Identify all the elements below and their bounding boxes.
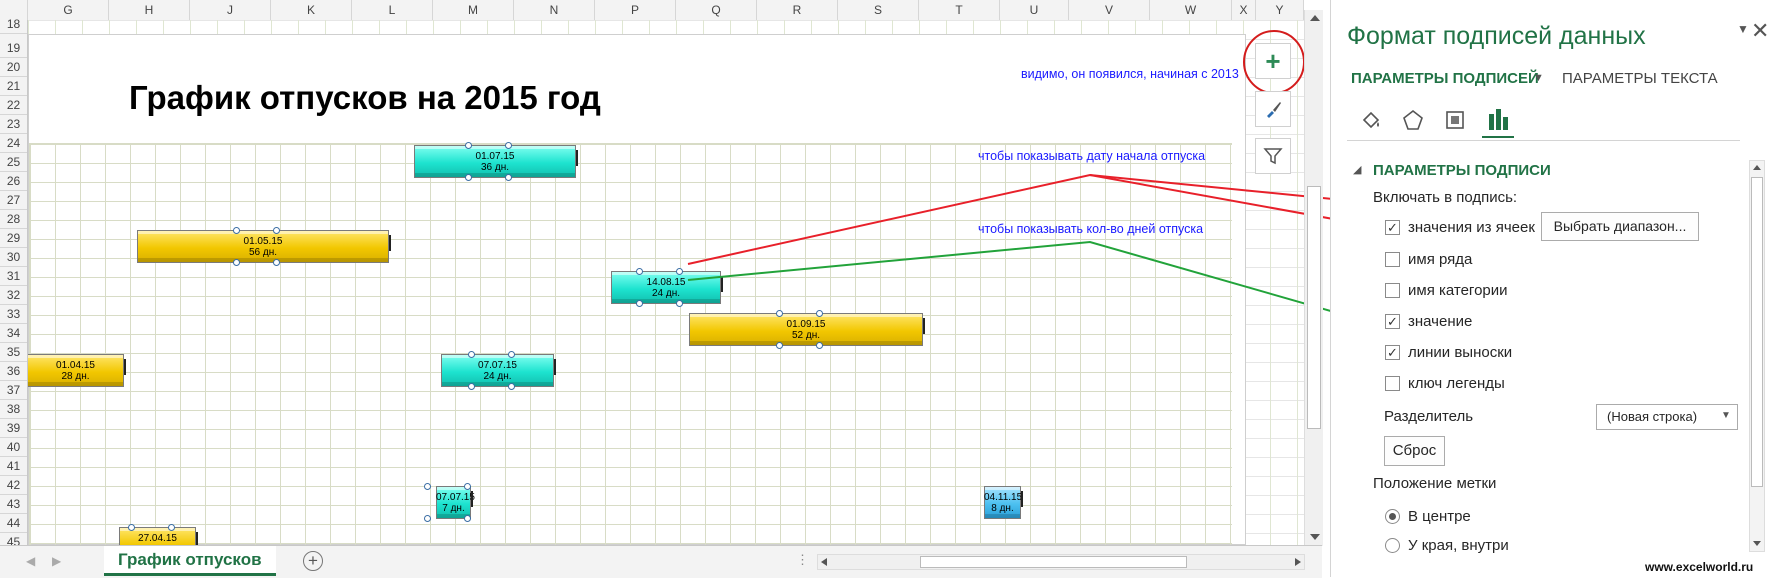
- scroll-down-arrow[interactable]: [1310, 534, 1320, 540]
- section-collapse-icon[interactable]: ◢: [1353, 163, 1361, 176]
- horizontal-scrollbar[interactable]: [817, 554, 1305, 570]
- chart-filters-button[interactable]: [1255, 138, 1291, 174]
- effects-icon[interactable]: [1401, 108, 1425, 132]
- scroll-thumb[interactable]: [1307, 186, 1321, 429]
- position-option[interactable]: У края, внутри: [1408, 537, 1509, 554]
- position-option[interactable]: В центре: [1408, 508, 1471, 525]
- option-label[interactable]: имя ряда: [1408, 251, 1472, 268]
- chart-styles-button[interactable]: [1255, 91, 1291, 127]
- brush-icon: [1267, 102, 1281, 118]
- tab-text-options[interactable]: ПАРАМЕТРЫ ТЕКСТА: [1562, 70, 1718, 87]
- option-label[interactable]: ключ легенды: [1408, 375, 1505, 392]
- radio-center[interactable]: [1385, 509, 1400, 524]
- vertical-scrollbar[interactable]: [1304, 10, 1323, 546]
- option-label[interactable]: значение: [1408, 313, 1472, 330]
- sheet-tab-bar: ◀ ▶ График отпусков + ⋮: [0, 545, 1322, 578]
- radio-inside-end[interactable]: [1385, 538, 1400, 553]
- option-label[interactable]: имя категории: [1408, 282, 1508, 299]
- option-label[interactable]: значения из ячеек: [1408, 219, 1535, 236]
- checkbox-series-name[interactable]: [1385, 252, 1400, 267]
- format-data-labels-pane: Формат подписей данных ▼ ✕ ПАРАМЕТРЫ ПОД…: [1330, 0, 1774, 577]
- close-icon[interactable]: ✕: [1751, 18, 1769, 44]
- plus-icon: +: [1265, 46, 1281, 76]
- scroll-left-arrow[interactable]: [821, 558, 827, 566]
- green-arrow-line: [687, 240, 1384, 327]
- size-properties-icon[interactable]: [1443, 108, 1467, 132]
- position-label: Положение метки: [1373, 475, 1497, 492]
- include-label: Включать в подпись:: [1373, 189, 1518, 206]
- choose-range-button[interactable]: Выбрать диапазон...: [1541, 212, 1699, 241]
- watermark: www.excelworld.ru: [1645, 560, 1754, 574]
- separator-select[interactable]: (Новая строка) ▼: [1596, 404, 1738, 430]
- tab-label-options[interactable]: ПАРАМЕТРЫ ПОДПИСЕЙ: [1351, 70, 1539, 87]
- add-sheet-icon[interactable]: +: [303, 551, 323, 571]
- pane-scroll-up-arrow[interactable]: [1753, 165, 1761, 170]
- pane-divider: [1347, 140, 1740, 141]
- filter-icon: [1263, 148, 1283, 165]
- sheet-tab-active[interactable]: График отпусков: [104, 546, 276, 576]
- tab-scroll-left-icon[interactable]: ◀: [26, 554, 35, 568]
- separator-value: (Новая строка): [1607, 409, 1698, 424]
- separator-label: Разделитель: [1384, 408, 1474, 425]
- tab-scroll-right-icon[interactable]: ▶: [52, 554, 61, 568]
- checkbox-category-name[interactable]: [1385, 283, 1400, 298]
- label-options-icon[interactable]: [1486, 106, 1510, 132]
- section-heading[interactable]: ПАРАМЕТРЫ ПОДПИСИ: [1373, 162, 1551, 179]
- pane-options-chevron-icon[interactable]: ▼: [1737, 22, 1749, 36]
- pane-scroll-down-arrow[interactable]: [1753, 541, 1761, 546]
- reset-button[interactable]: Сброс: [1384, 436, 1445, 466]
- pane-title: Формат подписей данных: [1347, 22, 1646, 50]
- pane-scroll-thumb[interactable]: [1751, 177, 1763, 487]
- checkbox-legend-key[interactable]: [1385, 376, 1400, 391]
- tab-options-dropdown-icon[interactable]: ▼: [1533, 72, 1544, 84]
- option-label[interactable]: линии выноски: [1408, 344, 1512, 361]
- scroll-right-arrow[interactable]: [1295, 558, 1301, 566]
- fill-line-icon[interactable]: [1359, 108, 1383, 132]
- splitter-dots-icon[interactable]: ⋮: [796, 552, 809, 568]
- pane-scrollbar[interactable]: [1749, 160, 1765, 552]
- checkbox-value[interactable]: ✓: [1385, 314, 1400, 329]
- chevron-down-icon: ▼: [1721, 410, 1731, 421]
- checkbox-values-from-cells[interactable]: ✓: [1385, 220, 1400, 235]
- hscroll-thumb[interactable]: [920, 556, 1187, 568]
- active-icon-underline: [1482, 136, 1514, 138]
- scroll-up-arrow[interactable]: [1310, 15, 1320, 21]
- checkbox-leader-lines[interactable]: ✓: [1385, 345, 1400, 360]
- chart-elements-button[interactable]: +: [1255, 43, 1291, 79]
